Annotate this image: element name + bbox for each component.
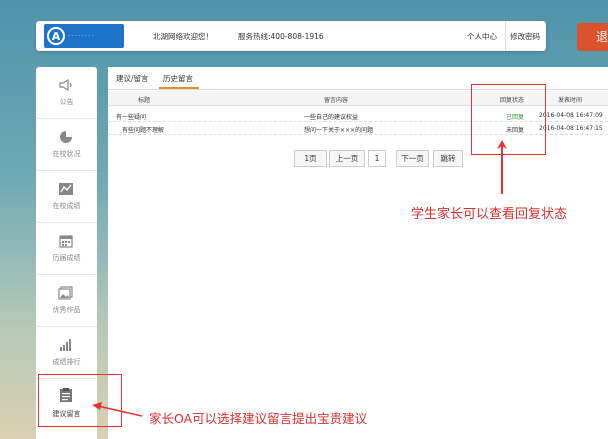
oa-annotation: 家长OA可以选择建议留言提出宝贵建议 [149,411,368,426]
row-time: 2016-04-08 16:47:09 [539,112,603,119]
pie-chart-icon [60,131,72,143]
tab-suggestion[interactable]: 建议/留言 [116,73,149,84]
header-bar: A - - - - - - - - 北湖网络欢迎您！ 服务热线:400-808-… [36,21,546,51]
logo-mark: A [47,27,65,45]
sidebar-item-label: 优秀作品 [52,306,81,314]
column-header-time: 发表时间 [558,97,583,104]
suggestion-arrow [92,402,143,417]
column-header-content: 留言内容 [324,97,349,104]
status-annotation: 学生家长可以查看回复状态 [411,207,568,222]
active-tab-indicator [159,87,199,89]
status-arrow-head [497,140,507,149]
bar-chart-icon [60,339,71,351]
row-time: 2016-04-08 16:47:15 [539,125,603,132]
row-content: 想问一下关于×××的问题 [304,127,374,134]
sidebar-item-past-grades[interactable]: 历届成绩 [36,223,97,275]
personal-center-link[interactable]: 个人中心 [467,31,497,42]
current-page: 1 [368,150,386,167]
logo: A - - - - - - - - [44,24,124,48]
logout-button[interactable]: 退 [577,23,608,51]
sidebar-item-label: 历届成绩 [52,254,81,262]
sidebar-item-school-status[interactable]: 在校状况 [36,119,97,171]
row-title: 有些问题不理解 [122,127,165,134]
sidebar-item-label: 公告 [59,98,74,106]
calendar-icon [59,235,73,248]
change-password-link[interactable]: 修改密码 [510,31,540,42]
first-page-button[interactable]: 1页 [294,150,327,167]
welcome-text: 北湖网络欢迎您！ [153,32,213,41]
sidebar-item-school-grades[interactable]: 在校成绩 [36,171,97,223]
jump-button[interactable]: 跳转 [433,150,463,167]
row-title: 有一些疑问 [116,114,147,121]
announcement-icon [59,78,72,92]
sidebar-item-label: 成绩排行 [52,358,81,366]
status-arrow-line [501,146,503,194]
sidebar-item-label: 在校成绩 [52,202,81,210]
prev-page-button[interactable]: 上一页 [329,150,365,167]
sidebar-item-ranking[interactable]: 成绩排行 [36,327,97,379]
next-page-button[interactable]: 下一页 [396,150,429,167]
row-content: 一些自己的建议权益 [304,114,359,121]
hotline-text: 服务热线:400-808-1916 [238,32,324,41]
column-header-title: 标题 [138,97,151,104]
trend-chart-icon [59,183,73,195]
sidebar-item-label: 在校状况 [52,150,81,158]
tab-history[interactable]: 历史留言 [163,73,193,84]
gallery-icon [58,286,73,300]
logo-text: - - - - - - - - [68,33,94,39]
status-highlight-box [471,84,546,155]
header-divider [505,21,506,51]
sidebar-item-announcement[interactable]: 公告 [36,67,97,119]
sidebar-item-excellent-works[interactable]: 优秀作品 [36,275,97,327]
